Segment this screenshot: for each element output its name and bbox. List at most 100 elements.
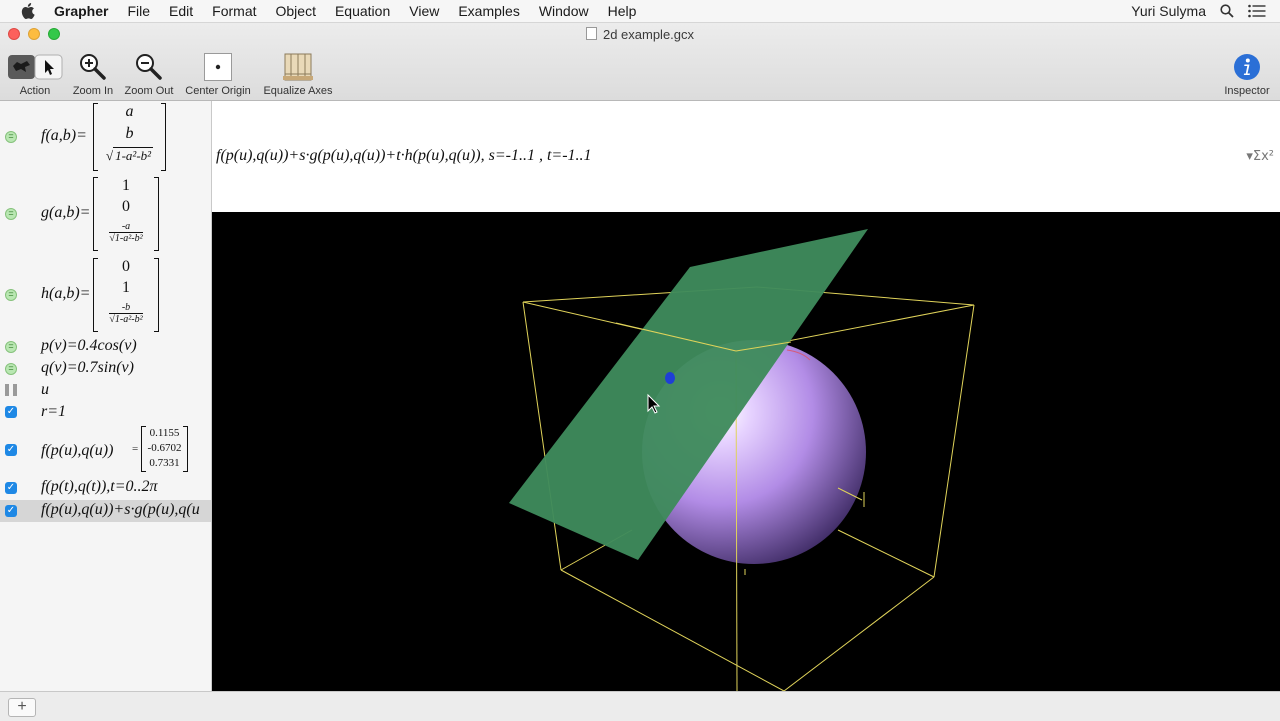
equation-text: q(v)=0.7sin(v) (41, 359, 134, 376)
visibility-checkbox[interactable]: ✓ (5, 444, 17, 456)
equals-sign: = (132, 443, 139, 455)
graph-view[interactable] (212, 212, 1280, 691)
equation-row-f[interactable]: = f(a,b)= a b √ 1-a²-b² (0, 101, 211, 173)
window-title-text: 2d example.gcx (602, 27, 695, 42)
zoom-out-label: Zoom Out (124, 85, 174, 97)
vector-entry: b (125, 125, 134, 142)
equation-editor-text[interactable]: f(p(u),q(u))+s·g(p(u),q(u))+t·h(p(u),q(u… (216, 147, 592, 165)
box-edge (560, 569, 785, 691)
equation-toggle-button[interactable]: = (5, 363, 17, 375)
zoom-in-icon (80, 54, 106, 80)
menu-help[interactable]: Help (608, 3, 637, 19)
menu-examples[interactable]: Examples (458, 3, 519, 19)
vector-value: -0.6702 (147, 442, 182, 454)
equation-text: u (41, 381, 49, 398)
equalize-axes-label: Equalize Axes (263, 85, 333, 97)
bottom-bar: + (0, 691, 1280, 721)
equation-text: p(v)=0.4cos(v) (41, 337, 137, 354)
document-icon (585, 27, 597, 40)
menu-format[interactable]: Format (212, 3, 256, 19)
menu-view[interactable]: View (409, 3, 439, 19)
sqrt-radicand: 1-a²-b² (114, 313, 143, 325)
box-edge (522, 301, 562, 571)
window-title: 2d example.gcx (0, 27, 1280, 42)
equation-text: f(p(t),q(t)),t=0..2π (41, 478, 158, 495)
action-tool[interactable]: Action (6, 50, 64, 97)
zoom-out-button[interactable]: Zoom Out (122, 50, 176, 97)
menu-equation[interactable]: Equation (335, 3, 390, 19)
action-tool-icon (8, 54, 63, 80)
vector-entry: 0 (122, 258, 130, 275)
info-icon (1234, 54, 1260, 80)
equation-text: f(p(u),q(u))+s·g(p(u),q(u (41, 501, 200, 518)
value-vector: 0.1155 -0.6702 0.7331 (141, 426, 188, 472)
inspector-label: Inspector (1224, 85, 1270, 97)
vector-matrix: 0 1 -b √1-a²-b² (93, 258, 159, 332)
vector-entry-fraction: -b √1-a²-b² (93, 302, 159, 327)
visibility-checkbox[interactable]: ✓ (5, 406, 17, 418)
window-toolbar: 2d example.gcx Action Zoom In Zoom Out C… (0, 23, 1280, 101)
vector-entry: a (125, 103, 134, 120)
fraction-denominator: √1-a²-b² (109, 313, 143, 325)
equation-text: r=1 (41, 403, 67, 420)
vector-entry-fraction: -a √1-a²-b² (93, 221, 159, 246)
equation-palette-menu[interactable]: ▾Σx² (1246, 149, 1274, 164)
pause-animation-icon[interactable] (5, 384, 17, 396)
equation-lhs: g(a,b)= (41, 204, 91, 221)
equalize-axes-button[interactable]: Equalize Axes (260, 50, 336, 97)
equation-toggle-button[interactable]: = (5, 341, 17, 353)
vector-value: 0.7331 (149, 457, 180, 469)
equation-row-q[interactable]: = q(v)=0.7sin(v) (0, 358, 211, 380)
apple-menu-icon[interactable] (21, 3, 35, 19)
visibility-checkbox[interactable]: ✓ (5, 505, 17, 517)
vector-entry: 0 (122, 198, 130, 215)
menu-edit[interactable]: Edit (169, 3, 193, 19)
center-origin-button[interactable]: Center Origin (182, 50, 254, 97)
vector-matrix: 1 0 -a √1-a²-b² (93, 177, 159, 251)
equation-editor[interactable]: f(p(u),q(u))+s·g(p(u),q(u))+t·h(p(u),q(u… (212, 101, 1280, 212)
fraction-denominator: √1-a²-b² (109, 232, 143, 244)
zoom-in-button[interactable]: Zoom In (70, 50, 116, 97)
spotlight-search-icon[interactable] (1220, 4, 1234, 18)
inspector-button[interactable]: Inspector (1218, 50, 1276, 97)
equalize-axes-icon (283, 53, 313, 81)
menu-window[interactable]: Window (539, 3, 589, 19)
center-origin-label: Center Origin (185, 85, 251, 97)
equation-lhs: f(p(u),q(u)) (41, 442, 114, 459)
equation-row-h[interactable]: = h(a,b)= 0 1 -b √1-a²-b² (0, 256, 211, 334)
equation-row-p[interactable]: = p(v)=0.4cos(v) (0, 336, 211, 358)
zoom-out-icon (136, 54, 162, 80)
equation-list: = f(a,b)= a b √ 1-a²-b² = g(a,b)= 1 0 -a √… (0, 101, 212, 691)
equation-lhs: f(a,b)= (41, 127, 87, 144)
vector-entry: 1 (122, 177, 130, 194)
box-edge (837, 529, 935, 578)
equation-row-g[interactable]: = g(a,b)= 1 0 -a √1-a²-b² (0, 175, 211, 253)
action-tool-label: Action (19, 85, 51, 97)
equation-row-curve[interactable]: ✓ f(p(t),q(t)),t=0..2π (0, 477, 211, 499)
menu-object[interactable]: Object (276, 3, 316, 19)
vector-entry: 1 (122, 279, 130, 296)
add-equation-button[interactable]: + (8, 698, 36, 717)
equation-toggle-button[interactable]: = (5, 131, 17, 143)
vector-matrix: a b √ 1-a²-b² (93, 103, 166, 171)
equation-row-r[interactable]: ✓ r=1 (0, 402, 211, 424)
menu-file[interactable]: File (127, 3, 150, 19)
sqrt-radicand: 1-a²-b² (114, 232, 143, 244)
equation-toggle-button[interactable]: = (5, 208, 17, 220)
center-origin-icon (204, 53, 232, 81)
equation-row-point[interactable]: ✓ f(p(u),q(u)) = 0.1155 -0.6702 0.7331 (0, 424, 211, 474)
equation-row-plane[interactable]: ✓ f(p(u),q(u))+s·g(p(u),q(u (0, 500, 211, 522)
point-marker[interactable] (665, 372, 675, 384)
menu-app-name[interactable]: Grapher (54, 3, 108, 19)
equation-row-u[interactable]: u (0, 380, 211, 402)
box-edge (783, 576, 935, 691)
menu-bar: Grapher File Edit Format Object Equation… (0, 0, 1280, 23)
box-edge (933, 304, 975, 578)
vector-entry-sqrt: √ 1-a²-b² (105, 147, 154, 163)
sqrt-radicand: 1-a²-b² (113, 147, 154, 163)
equation-lhs: h(a,b)= (41, 285, 91, 302)
user-name[interactable]: Yuri Sulyma (1131, 3, 1206, 19)
visibility-checkbox[interactable]: ✓ (5, 482, 17, 494)
equation-toggle-button[interactable]: = (5, 289, 17, 301)
notification-center-icon[interactable] (1248, 4, 1266, 18)
